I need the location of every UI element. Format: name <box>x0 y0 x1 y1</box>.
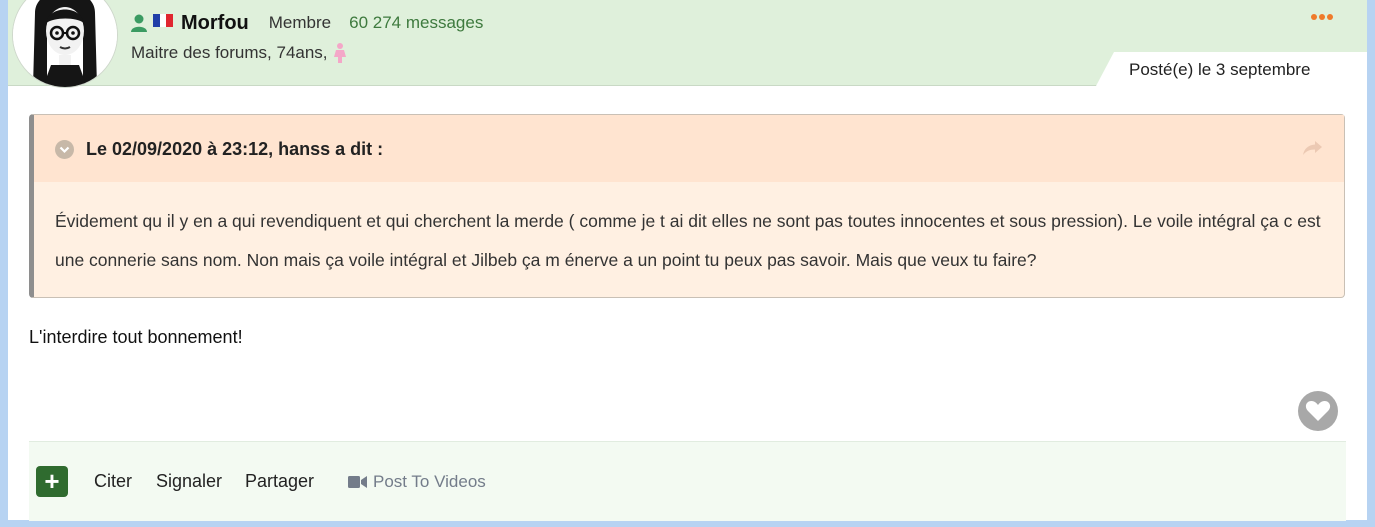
heart-icon[interactable] <box>1298 391 1338 431</box>
quote-block: Le 02/09/2020 à 23:12, hanss a dit : Évi… <box>29 114 1345 298</box>
video-camera-icon <box>348 476 367 488</box>
post-actions-bar: + Citer Signaler Partager Post To Videos <box>29 441 1346 521</box>
user-icon <box>131 14 147 32</box>
quote-body: Évidement qu il y en a qui revendiquent … <box>55 211 1321 270</box>
plus-icon: + <box>44 466 60 496</box>
female-icon <box>333 43 346 63</box>
share-button[interactable]: Partager <box>245 471 314 492</box>
quote-title: Le 02/09/2020 à 23:12, hanss a dit : <box>86 139 384 159</box>
message-count[interactable]: 60 274 messages <box>349 13 483 33</box>
share-icon[interactable] <box>1302 139 1324 157</box>
report-button[interactable]: Signaler <box>156 471 222 492</box>
username[interactable]: Morfou <box>181 12 249 35</box>
post-to-videos-button[interactable]: Post To Videos <box>348 472 486 492</box>
more-options-icon[interactable] <box>1311 14 1333 20</box>
post-card: Posté(e) le 3 septembre Morfou Membre 60… <box>8 0 1367 521</box>
chevron-down-icon[interactable] <box>55 140 74 159</box>
plus-button[interactable]: + <box>36 466 68 497</box>
user-subtitle: Maitre des forums, 74ans, <box>131 43 347 63</box>
quote-button[interactable]: Citer <box>94 471 132 492</box>
user-role: Membre <box>268 13 332 32</box>
header-divider <box>8 85 1098 86</box>
post-content: L'interdire tout bonnement! <box>29 327 243 347</box>
france-flag-icon <box>153 13 174 27</box>
post-date: Posté(e) le 3 septembre <box>1129 60 1311 79</box>
user-rank-age: Maitre des forums, 74ans, <box>131 43 328 62</box>
user-info-row: Morfou Membre 60 274 messages <box>131 10 483 36</box>
post-to-videos-label: Post To Videos <box>373 472 486 491</box>
